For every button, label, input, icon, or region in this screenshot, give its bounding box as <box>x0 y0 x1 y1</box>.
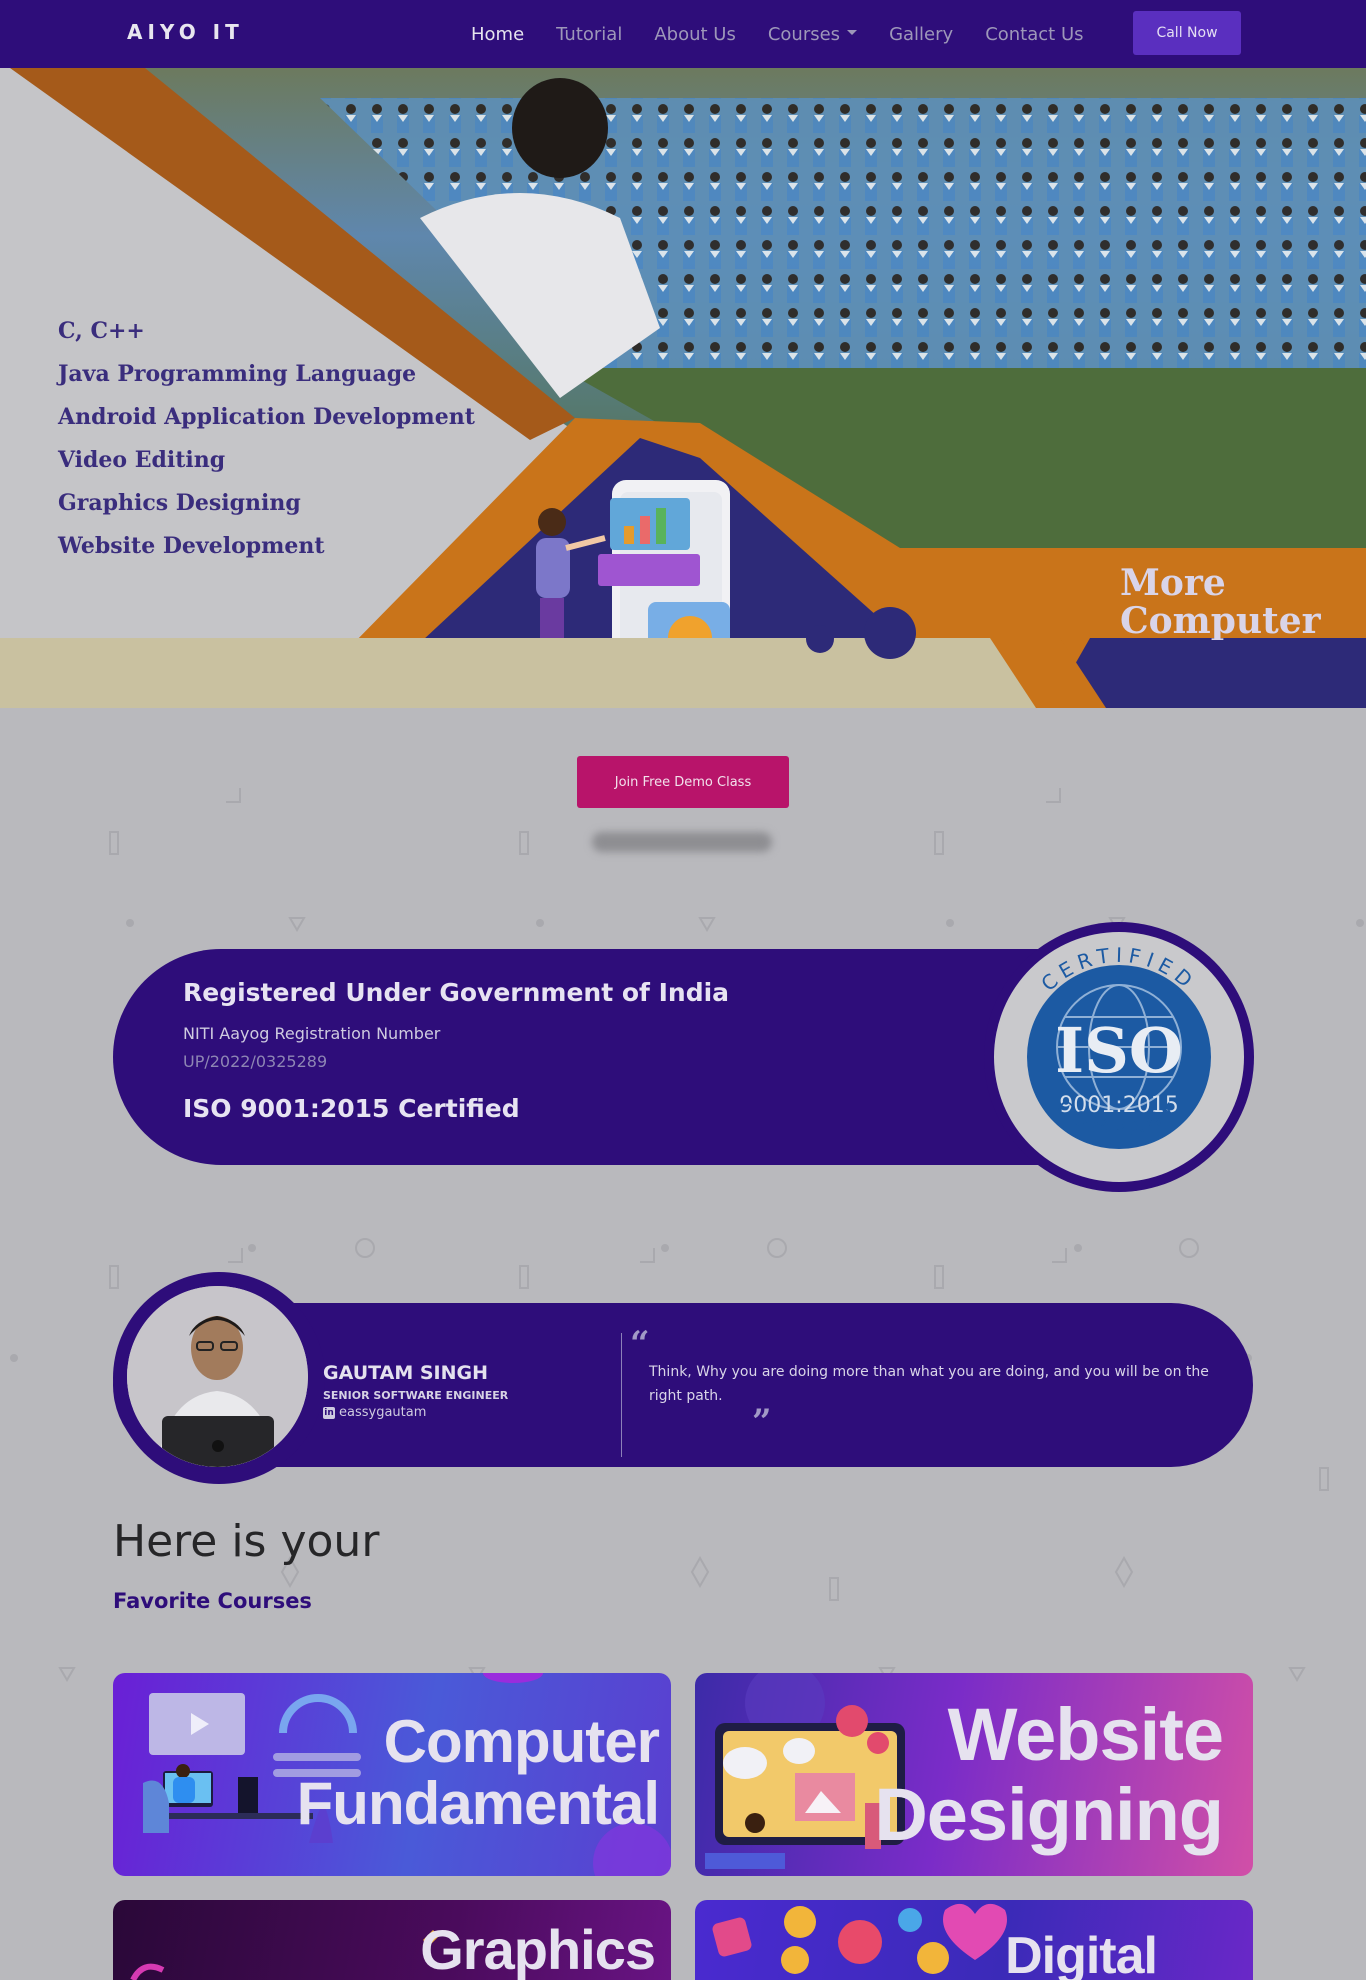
chevron-down-icon <box>847 30 858 35</box>
quote-close-icon: ” <box>752 1402 772 1442</box>
hero-banner[interactable]: C, C++ Java Programming Language Android… <box>0 68 1366 708</box>
seal-iso-text: ISO <box>1055 1014 1183 1087</box>
linkedin-icon: in <box>323 1406 335 1419</box>
profile-name: GAUTAM SINGH <box>323 1362 489 1384</box>
profile-role: SENIOR SOFTWARE ENGINEER <box>323 1389 509 1402</box>
hero-course-item: Video Editing <box>58 447 226 473</box>
nav-item-tutorial[interactable]: Tutorial <box>556 24 622 45</box>
course-card-title: Graphics <box>420 1918 656 1980</box>
hero-more-text: More Computer <box>1120 564 1360 640</box>
hero-more-line: More <box>1120 564 1226 604</box>
quote-open-icon: “ <box>630 1324 650 1364</box>
iso-seal-icon: ISO 9001:2015 CERTIFIED COMPANY <box>984 922 1254 1192</box>
call-now-button[interactable]: Call Now <box>1133 11 1241 55</box>
nav-item-about-us[interactable]: About Us <box>654 24 736 45</box>
course-card-title: Computer Fundamental <box>296 1708 660 1837</box>
person-photo-icon <box>127 1286 308 1467</box>
demo-button-shadow <box>592 832 772 852</box>
niti-number: UP/2022/0325289 <box>183 1052 328 1071</box>
courses-subheading: Favorite Courses <box>113 1589 312 1613</box>
linkedin-handle: eassygautam <box>339 1405 427 1420</box>
nav-item-courses[interactable]: Courses <box>767 23 858 45</box>
registration-title: Registered Under Government of India <box>183 978 730 1007</box>
hero-course-item: Graphics Designing <box>58 490 301 516</box>
linkedin-link[interactable]: in eassygautam <box>323 1405 426 1420</box>
iso-certified-text: ISO 9001:2015 Certified <box>183 1094 520 1123</box>
site-logo[interactable]: AIYO IT <box>127 20 244 44</box>
social-media-illustration-icon <box>712 1903 1007 1974</box>
course-card-title: Website Designing <box>874 1693 1224 1856</box>
course-card-title: Digital <box>1005 1927 1158 1980</box>
nav-item-courses-label: Courses <box>767 23 841 45</box>
hero-course-item: Android Application Development <box>58 404 475 430</box>
hero-course-item: C, C++ <box>58 318 145 344</box>
course-card-website-designing[interactable]: Website Designing <box>695 1673 1253 1876</box>
nav-item-gallery[interactable]: Gallery <box>889 24 953 45</box>
nav-item-contact-us[interactable]: Contact Us <box>985 24 1083 45</box>
course-card-title-line: Designing <box>874 1773 1224 1856</box>
profile-divider <box>621 1333 622 1457</box>
join-demo-button[interactable]: Join Free Demo Class <box>577 756 789 808</box>
course-card-computer-fundamental[interactable]: Computer Fundamental <box>113 1673 671 1876</box>
niti-label: NITI Aayog Registration Number <box>183 1024 441 1043</box>
course-card-title-line: Computer <box>383 1708 660 1775</box>
hero-course-item: Website Development <box>58 533 325 559</box>
hero-more-line: Computer <box>1120 600 1321 640</box>
course-card-title-line: Website <box>947 1693 1224 1776</box>
hero-course-list: C, C++ Java Programming Language Android… <box>58 310 475 568</box>
nav-menu: Home Tutorial About Us Courses Gallery C… <box>455 0 1100 68</box>
courses-heading: Here is your <box>113 1516 380 1567</box>
nav-item-home[interactable]: Home <box>471 24 524 45</box>
avatar <box>127 1286 308 1467</box>
course-card-title-line: Fundamental <box>296 1770 660 1837</box>
navbar: AIYO IT Home Tutorial About Us Courses G… <box>0 0 1366 68</box>
course-card-digital[interactable]: Digital <box>695 1900 1253 1980</box>
course-card-graphics[interactable]: Graphics <box>113 1900 671 1980</box>
profile-quote: Think, Why you are doing more than what … <box>649 1364 1209 1404</box>
hero-course-item: Java Programming Language <box>58 361 417 387</box>
